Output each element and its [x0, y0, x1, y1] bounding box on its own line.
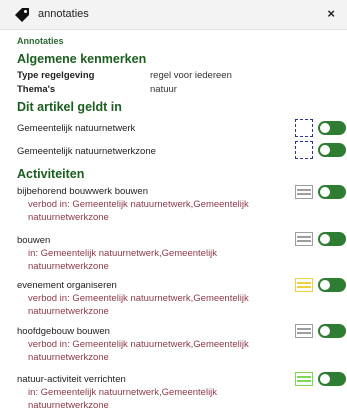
activity-detail: verbod in: Gemeentelijk natuurnetwerk,Ge…: [28, 339, 249, 363]
zone-symbol-icon: [295, 119, 313, 137]
activity-detail: verbod in: Gemeentelijk natuurnetwerk,Ge…: [28, 293, 249, 317]
activity-symbol-icon: [295, 324, 313, 338]
location-toggle[interactable]: [318, 121, 346, 135]
activity-symbol-icon: [295, 185, 313, 199]
activity-symbol-icon: [295, 232, 313, 246]
toggle-knob: [320, 123, 330, 133]
panel-header: annotaties ×: [0, 0, 347, 30]
toggle-knob: [320, 234, 330, 244]
general-heading: Algemene kenmerken: [17, 52, 147, 66]
location-label: Gemeentelijk natuurnetwerkzone: [17, 146, 156, 157]
activity-toggle[interactable]: [318, 232, 346, 246]
annotations-panel: annotaties × Annotaties Algemene kenmerk…: [0, 0, 347, 417]
location-toggle[interactable]: [318, 143, 346, 157]
activity-detail: in: Gemeentelijk natuurnetwerk,Gemeentel…: [28, 387, 218, 411]
activity-toggle[interactable]: [318, 324, 346, 338]
location-label: Gemeentelijk natuurnetwerk: [17, 123, 136, 134]
activity-title: bijbehorend bouwwerk bouwen: [17, 186, 148, 197]
activity-symbol-icon: [295, 278, 313, 292]
activity-title: hoofdgebouw bouwen: [17, 326, 110, 337]
prop-value-theme: natuur: [150, 84, 177, 95]
activity-detail: verbod in: Gemeentelijk natuurnetwerk,Ge…: [28, 199, 249, 223]
tag-icon: [13, 6, 31, 24]
applies-heading: Dit artikel geldt in: [17, 100, 122, 114]
activities-heading: Activiteiten: [17, 167, 85, 181]
activity-symbol-icon: [295, 372, 313, 386]
toggle-knob: [320, 187, 330, 197]
zone-symbol-icon: [295, 141, 313, 159]
panel-title: annotaties: [38, 8, 89, 20]
section-label: Annotaties: [17, 36, 64, 46]
activity-toggle[interactable]: [318, 278, 346, 292]
prop-key-theme: Thema's: [17, 84, 56, 95]
activity-title: evenement organiseren: [17, 280, 117, 291]
toggle-knob: [320, 374, 330, 384]
close-button[interactable]: ×: [327, 6, 335, 22]
activity-toggle[interactable]: [318, 372, 346, 386]
toggle-knob: [320, 145, 330, 155]
toggle-knob: [320, 280, 330, 290]
toggle-knob: [320, 326, 330, 336]
activity-detail: in: Gemeentelijk natuurnetwerk,Gemeentel…: [28, 248, 218, 272]
prop-key-type: Type regelgeving: [17, 70, 95, 81]
activity-title: natuur-activiteit verrichten: [17, 374, 126, 385]
activity-title: bouwen: [17, 235, 51, 246]
activity-toggle[interactable]: [318, 185, 346, 199]
prop-value-type: regel voor iedereen: [150, 70, 232, 81]
